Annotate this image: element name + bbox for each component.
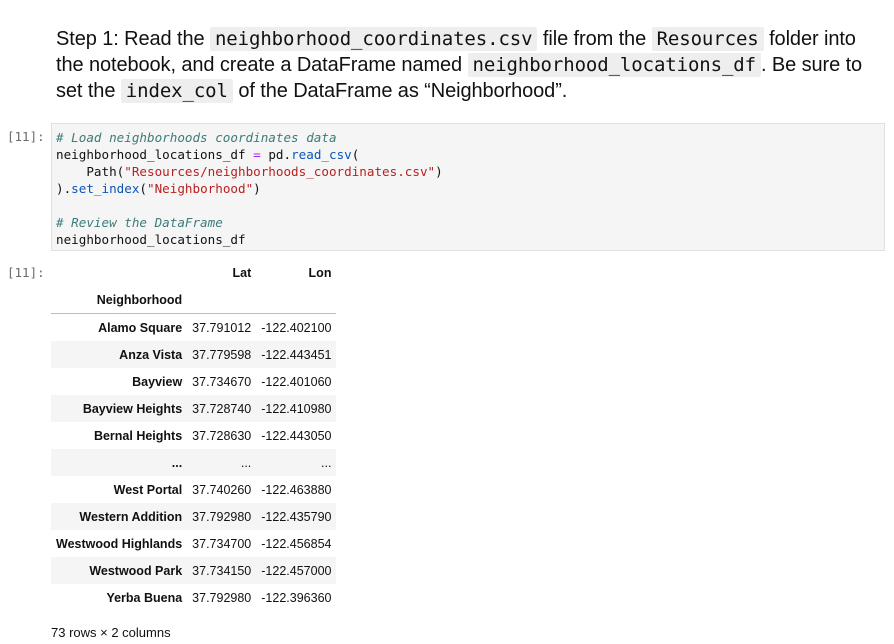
cell-lon: -122.443451: [261, 347, 332, 362]
md-text-1: Step 1: Read the: [56, 28, 210, 50]
row-index: Westwood Highlands: [56, 536, 183, 551]
cell-lat: 37.791012: [192, 320, 252, 335]
cell-lon: -122.457000: [261, 563, 332, 578]
row-index: Yerba Buena: [106, 590, 183, 605]
table-row: Yerba Buena 37.792980 -122.396360: [51, 584, 336, 611]
code-path-string: "Resources/neighborhoods_coordinates.csv…: [124, 164, 436, 179]
table-row: Anza Vista 37.779598 -122.443451: [51, 341, 337, 368]
cell-lon: -122.435790: [261, 509, 332, 524]
header-row: Lat Lon: [51, 259, 336, 286]
inline-code-dataframe-name: neighborhood_locations_df: [467, 53, 761, 77]
cell-lon: -122.410980: [261, 401, 332, 416]
row-index: Bayview Heights: [82, 401, 183, 416]
cell-lat: 37.734150: [192, 563, 252, 578]
cell-lon: -122.402100: [261, 320, 332, 335]
code-set-index: set_index: [71, 181, 140, 196]
column-header-lat: Lat: [232, 265, 252, 280]
cell-lat: 37.792980: [192, 590, 252, 605]
code-close-dot: ).: [56, 181, 72, 196]
cell-lat: 37.779598: [192, 347, 252, 362]
code-comment-load: # Load neighborhoods coordinates data: [56, 130, 337, 145]
cell-lat: 37.792980: [192, 509, 252, 524]
dataframe-table: Lat Lon Neighborhood Alamo Square 37.7910…: [51, 259, 337, 611]
cell-lat: 37.728740: [192, 401, 252, 416]
cell-lon: -122.401060: [261, 374, 332, 389]
code-cell-input[interactable]: # Load neighborhoods coordinates data ne…: [51, 123, 885, 251]
index-name: Neighborhood: [96, 292, 183, 307]
table-row-ellipsis: .........: [51, 449, 337, 476]
md-text-5: of the DataFrame as “Neighborhood”.: [232, 80, 568, 102]
cell-lon: -122.456854: [261, 536, 332, 551]
table-row: Westwood Park 37.734150 -122.457000: [51, 557, 337, 584]
code-open2: (: [139, 181, 148, 196]
row-index: Western Addition: [79, 509, 183, 524]
input-prompt: [11]:: [7, 129, 45, 144]
code-close3: ): [253, 181, 261, 196]
row-index: Bayview: [132, 374, 183, 389]
code-editor[interactable]: # Load neighborhoods coordinates data ne…: [56, 129, 880, 248]
table-row: Westwood Highlands 37.734700 -122.456854: [51, 530, 336, 557]
row-index: Alamo Square: [98, 320, 183, 335]
md-text-2: file from the: [537, 28, 652, 50]
cell-lon: ...: [321, 455, 332, 470]
row-index: West Portal: [113, 482, 183, 497]
header-blank: [51, 259, 187, 286]
table-row: Alamo Square 37.791012 -122.402100: [51, 314, 336, 342]
table-row: Bayview 37.734670 -122.401060: [51, 368, 336, 395]
cell-lon: -122.463880: [261, 482, 332, 497]
cell-lat: 37.728630: [192, 428, 252, 443]
row-index: Westwood Park: [89, 563, 183, 578]
inline-code-filename: neighborhood_coordinates.csv: [209, 27, 538, 51]
index-name-row: Neighborhood: [51, 286, 337, 314]
code-pd: pd.: [260, 147, 292, 162]
code-var-display: neighborhood_locations_df: [56, 232, 246, 247]
code-index-string: "Neighborhood": [147, 181, 254, 196]
table-row: Western Addition 37.792980 -122.435790: [51, 503, 337, 530]
table-row: West Portal 37.740260 -122.463880: [51, 476, 336, 503]
column-header-lon: Lon: [308, 265, 332, 280]
cell-lat: 37.734670: [192, 374, 252, 389]
row-index: Anza Vista: [119, 347, 183, 362]
cell-lat: 37.740260: [192, 482, 252, 497]
row-index: ...: [171, 455, 183, 470]
table-row: Bayview Heights 37.728740 -122.410980: [51, 395, 337, 422]
table-row: Bernal Heights 37.728630 -122.443050: [51, 422, 336, 449]
code-path: Path(: [56, 164, 125, 179]
cell-lon: -122.443050: [261, 428, 332, 443]
code-paren-close: ): [435, 164, 443, 179]
row-index: Bernal Heights: [93, 428, 183, 443]
code-operator: =: [253, 147, 261, 162]
code-var: neighborhood_locations_df: [56, 147, 246, 162]
cell-lat: 37.734700: [192, 536, 252, 551]
dataframe-shape: 73 rows × 2 columns: [51, 625, 171, 640]
code-comment-review: # Review the DataFrame: [56, 215, 223, 230]
inline-code-folder: Resources: [651, 27, 764, 51]
cell-lat: ...: [240, 455, 252, 470]
output-prompt: [11]:: [7, 265, 45, 280]
code-paren: (: [351, 147, 360, 162]
cell-lon: -122.396360: [261, 590, 332, 605]
inline-code-index-col: index_col: [120, 79, 233, 103]
code-read-csv: read_csv: [291, 147, 352, 162]
markdown-cell[interactable]: Step 1: Read the neighborhood_coordinate…: [56, 26, 876, 104]
